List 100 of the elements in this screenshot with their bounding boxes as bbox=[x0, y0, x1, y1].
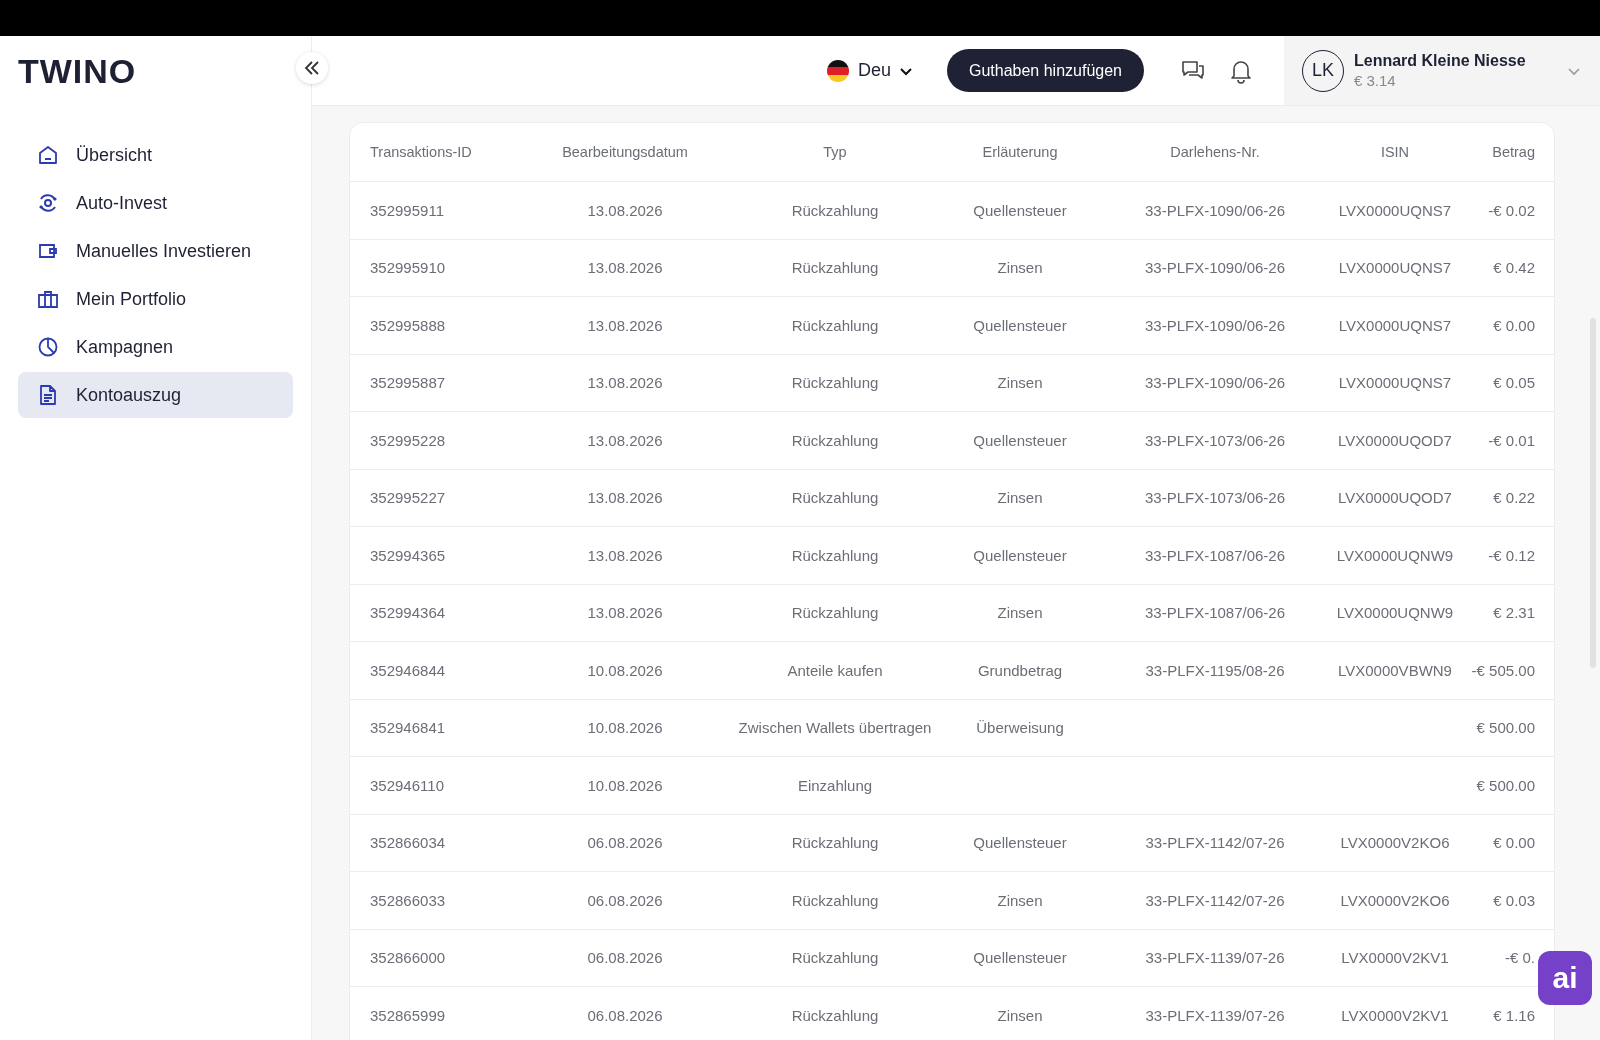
sidebar-item[interactable]: Mein Portfolio bbox=[18, 276, 293, 322]
user-menu[interactable]: LK Lennard Kleine Niesse € 3.14 bbox=[1284, 36, 1600, 105]
pie-chart-icon bbox=[36, 335, 60, 359]
type-cell: Rückzahlung bbox=[791, 546, 879, 564]
amount-cell: € 0.00 bbox=[1493, 316, 1535, 334]
type-cell: Rückzahlung bbox=[791, 201, 879, 219]
loan-number-cell: 33-PLFX-1090/06-26 bbox=[1144, 374, 1286, 392]
explanation-cell: Quellensteuer bbox=[973, 201, 1067, 219]
explanation-cell: Quellensteuer bbox=[973, 949, 1067, 967]
isin-cell: LVX0000UQOD7 bbox=[1338, 431, 1452, 449]
transaction-id-cell: 352946844 bbox=[370, 661, 446, 679]
loan-number-cell: 33-PLFX-1087/06-26 bbox=[1144, 604, 1286, 622]
loan-number-cell: 33-PLFX-1142/07-26 bbox=[1145, 891, 1285, 909]
type-cell: Rückzahlung bbox=[791, 834, 879, 852]
isin-cell: LVX0000UQOD7 bbox=[1338, 489, 1452, 507]
amount-cell: € 500.00 bbox=[1476, 719, 1535, 737]
isin-cell: LVX0000V2KV1 bbox=[1341, 1006, 1449, 1024]
transaction-id-cell: 352946110 bbox=[370, 776, 444, 794]
isin-cell: LVX0000V2KV1 bbox=[1341, 949, 1449, 967]
amount-cell: -€ 0. bbox=[1505, 949, 1535, 967]
transaction-id-cell: 352866033 bbox=[370, 891, 446, 909]
date-cell: 10.08.2026 bbox=[587, 719, 663, 737]
assistant-button[interactable]: ai bbox=[1538, 951, 1592, 1005]
amount-cell: € 0.22 bbox=[1493, 489, 1535, 507]
date-cell: 10.08.2026 bbox=[587, 661, 663, 679]
date-cell: 06.08.2026 bbox=[587, 1006, 663, 1024]
transaction-id-cell: 352866034 bbox=[370, 834, 446, 852]
type-cell: Rückzahlung bbox=[791, 374, 879, 392]
isin-cell: LVX0000UQNW9 bbox=[1336, 604, 1454, 622]
date-cell: 13.08.2026 bbox=[587, 546, 663, 564]
column-header: Transaktions-ID bbox=[370, 144, 472, 160]
amount-cell: € 1.16 bbox=[1493, 1006, 1535, 1024]
transaction-id-cell: 352946841 bbox=[370, 719, 446, 737]
transaction-id-cell: 352866000 bbox=[370, 949, 446, 967]
column-header: Typ bbox=[823, 144, 847, 160]
date-cell: 13.08.2026 bbox=[587, 201, 663, 219]
transaction-id-cell: 352994365 bbox=[370, 546, 446, 564]
amount-cell: € 0.42 bbox=[1493, 259, 1535, 277]
sidebar-item[interactable]: Manuelles Investieren bbox=[18, 228, 293, 274]
loan-number-cell: 33-PLFX-1142/07-26 bbox=[1145, 834, 1285, 852]
sidebar-item[interactable]: Kontoauszug bbox=[18, 372, 293, 418]
explanation-cell: Quellensteuer bbox=[973, 546, 1067, 564]
isin-cell: LVX0000UQNS7 bbox=[1338, 201, 1452, 219]
transaction-id-cell: 352995888 bbox=[370, 316, 446, 334]
transaction-id-cell: 352995910 bbox=[370, 259, 446, 277]
date-cell: 13.08.2026 bbox=[587, 316, 663, 334]
isin-cell: LVX0000UQNS7 bbox=[1338, 374, 1452, 392]
date-cell: 10.08.2026 bbox=[587, 776, 663, 794]
transaction-id-cell: 352995227 bbox=[370, 489, 446, 507]
amount-cell: € 500.00 bbox=[1476, 776, 1535, 794]
date-cell: 13.08.2026 bbox=[587, 489, 663, 507]
type-cell: Rückzahlung bbox=[791, 259, 879, 277]
explanation-cell: Quellensteuer bbox=[973, 316, 1067, 334]
type-cell: Rückzahlung bbox=[791, 316, 879, 334]
explanation-cell: Quellensteuer bbox=[973, 834, 1067, 852]
type-cell: Rückzahlung bbox=[791, 1006, 879, 1024]
sidebar-item[interactable]: Übersicht bbox=[18, 132, 293, 178]
amount-cell: € 0.03 bbox=[1493, 891, 1535, 909]
add-funds-button[interactable]: Guthaben hinzufügen bbox=[947, 49, 1144, 92]
user-balance: € 3.14 bbox=[1354, 72, 1397, 89]
sidebar-item[interactable]: Auto-Invest bbox=[18, 180, 293, 226]
type-cell: Rückzahlung bbox=[791, 489, 879, 507]
flag-icon bbox=[825, 58, 850, 83]
explanation-cell: Zinsen bbox=[997, 1006, 1043, 1024]
language-selector[interactable]: Deu bbox=[821, 54, 917, 87]
date-cell: 06.08.2026 bbox=[587, 891, 663, 909]
sidebar-item[interactable]: Kampagnen bbox=[18, 324, 293, 370]
type-cell: Zwischen Wallets übertragen bbox=[738, 719, 932, 737]
explanation-cell: Zinsen bbox=[997, 604, 1043, 622]
loan-number-cell: 33-PLFX-1090/06-26 bbox=[1144, 316, 1286, 334]
column-header: Bearbeitungsdatum bbox=[562, 144, 688, 160]
user-name: Lennard Kleine Niesse bbox=[1354, 52, 1527, 70]
type-cell: Einzahlung bbox=[797, 776, 873, 794]
amount-cell: € 0.00 bbox=[1493, 834, 1535, 852]
isin-cell: LVX0000UQNS7 bbox=[1338, 316, 1452, 334]
column-header: ISIN bbox=[1380, 144, 1410, 160]
logo[interactable]: TWINO bbox=[18, 52, 137, 92]
loan-number-cell: 33-PLFX-1090/06-26 bbox=[1144, 201, 1286, 219]
loan-number-cell: 33-PLFX-1073/06-26 bbox=[1144, 431, 1286, 449]
transaction-id-cell: 352995887 bbox=[370, 374, 446, 392]
date-cell: 13.08.2026 bbox=[587, 259, 663, 277]
date-cell: 13.08.2026 bbox=[587, 431, 663, 449]
explanation-cell: Grundbetrag bbox=[977, 661, 1063, 679]
column-header: Darlehens-Nr. bbox=[1170, 144, 1260, 160]
loan-number-cell: 33-PLFX-1139/07-26 bbox=[1145, 949, 1285, 967]
type-cell: Rückzahlung bbox=[791, 891, 879, 909]
type-cell: Rückzahlung bbox=[791, 431, 879, 449]
isin-cell: LVX0000V2KO6 bbox=[1340, 834, 1450, 852]
double-chevron-icon bbox=[303, 59, 321, 77]
date-cell: 13.08.2026 bbox=[587, 374, 663, 392]
date-cell: 06.08.2026 bbox=[587, 949, 663, 967]
transaction-id-cell: 352994364 bbox=[370, 604, 446, 622]
loan-number-cell: 33-PLFX-1139/07-26 bbox=[1145, 1006, 1285, 1024]
explanation-cell: Überweisung bbox=[976, 719, 1064, 737]
type-cell: Anteile kaufen bbox=[787, 661, 883, 679]
date-cell: 13.08.2026 bbox=[587, 604, 663, 622]
type-cell: Rückzahlung bbox=[791, 949, 879, 967]
transaction-id-cell: 352995228 bbox=[370, 431, 446, 449]
amount-cell: -€ 0.12 bbox=[1488, 546, 1535, 564]
type-cell: Rückzahlung bbox=[791, 604, 879, 622]
